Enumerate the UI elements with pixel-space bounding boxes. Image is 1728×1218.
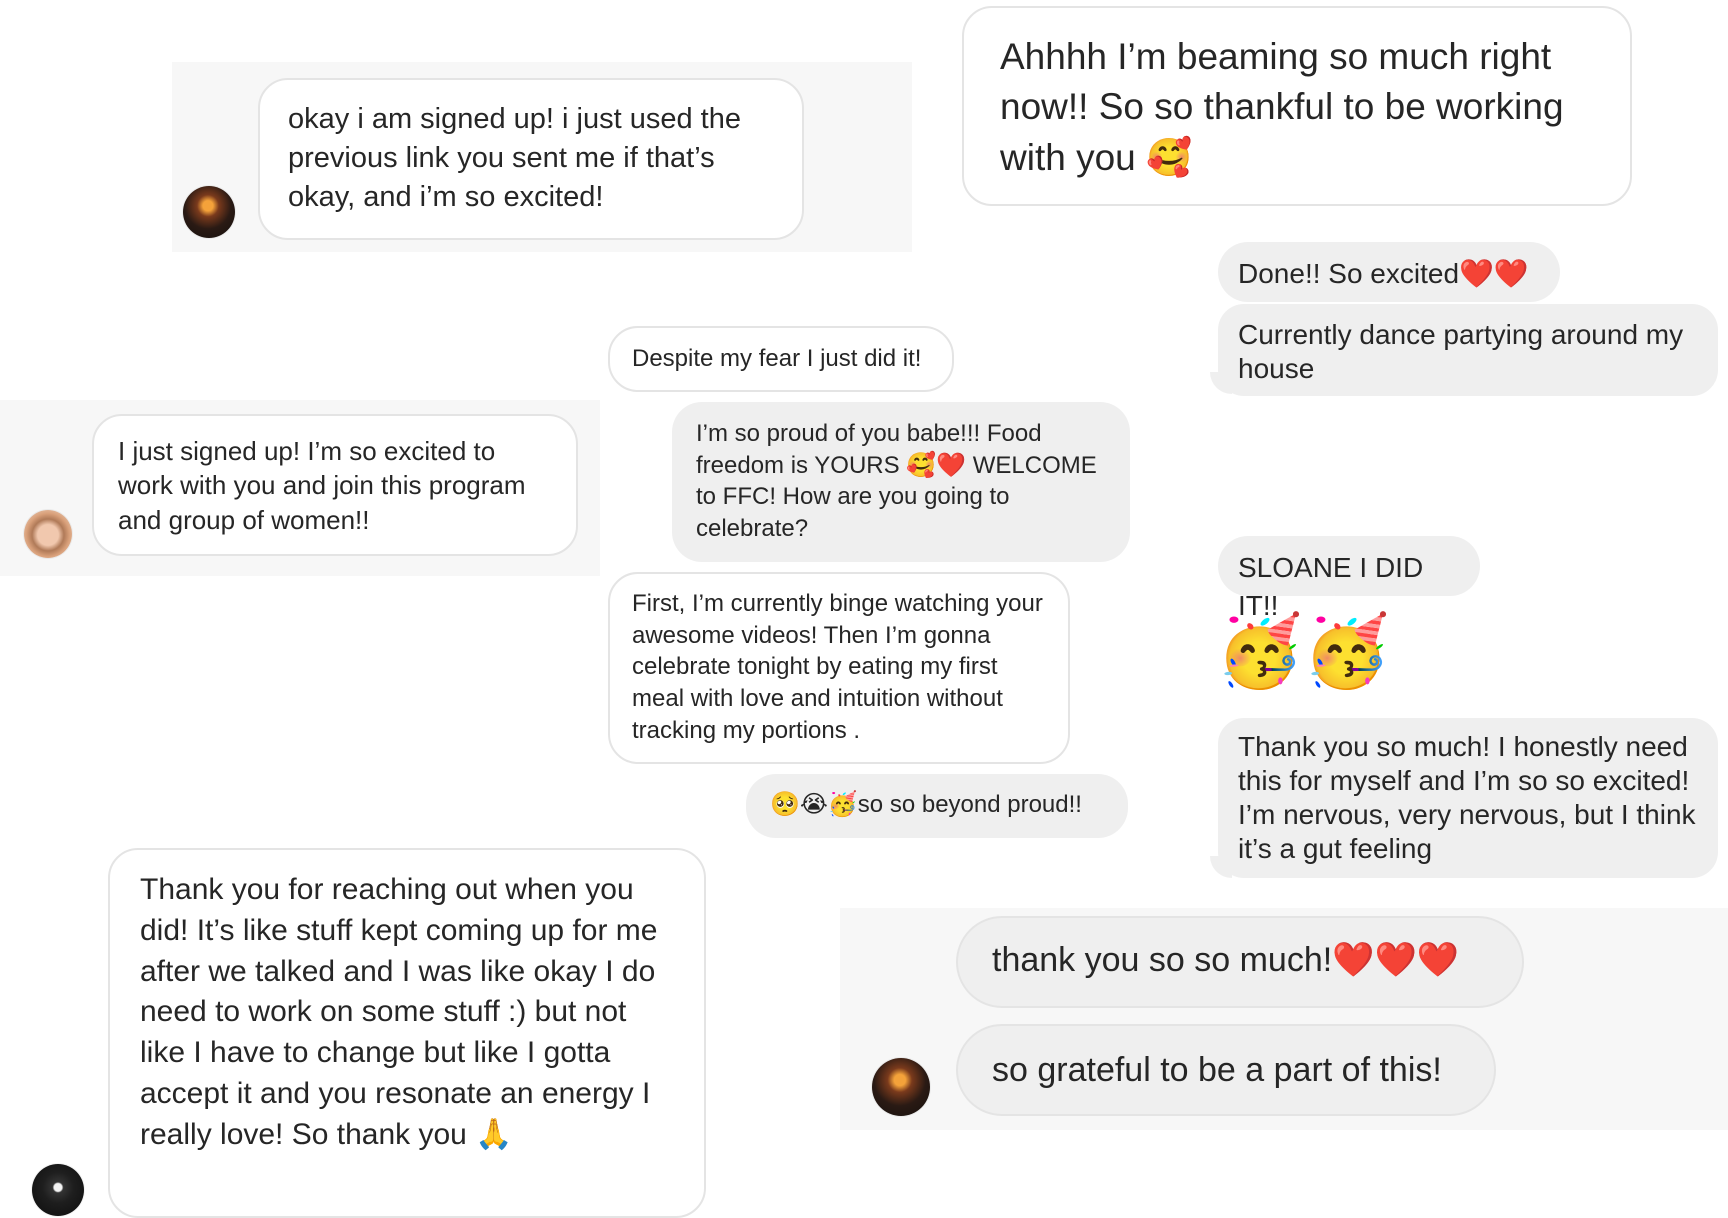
message-bubble-11: Thank you so much! I honestly need this … [1218,718,1718,878]
message-bubble-7: I’m so proud of you babe!!! Food freedom… [672,402,1130,562]
message-bubble-1: okay i am signed up! i just used the pre… [258,78,804,240]
avatar [32,1164,84,1216]
avatar [24,510,72,558]
message-bubble-13: Thank you for reaching out when you did!… [108,848,706,1218]
avatar [183,186,235,238]
message-emoji-9: 🥳🥳 [1216,612,1391,690]
message-bubble-8: SLOANE I DID IT!! [1218,536,1480,621]
message-bubble-15: so grateful to be a part of this! [956,1024,1496,1116]
message-bubble-6: I just signed up! I’m so excited to work… [92,414,578,556]
message-bubble-3: Done!! So excited❤️❤️ [1218,242,1560,302]
avatar [872,1058,930,1116]
message-bubble-5: Despite my fear I just did it! [608,326,954,392]
message-bubble-12: 🥺😭🥳so so beyond proud!! [746,774,1128,838]
message-bubble-10: First, I’m currently binge watching your… [608,572,1070,764]
message-bubble-2: Ahhhh I’m beaming so much right now!! So… [962,6,1632,206]
message-bubble-4: Currently dance partying around my house [1218,304,1718,396]
message-bubble-14: thank you so so much!❤️❤️❤️ [956,916,1524,1008]
